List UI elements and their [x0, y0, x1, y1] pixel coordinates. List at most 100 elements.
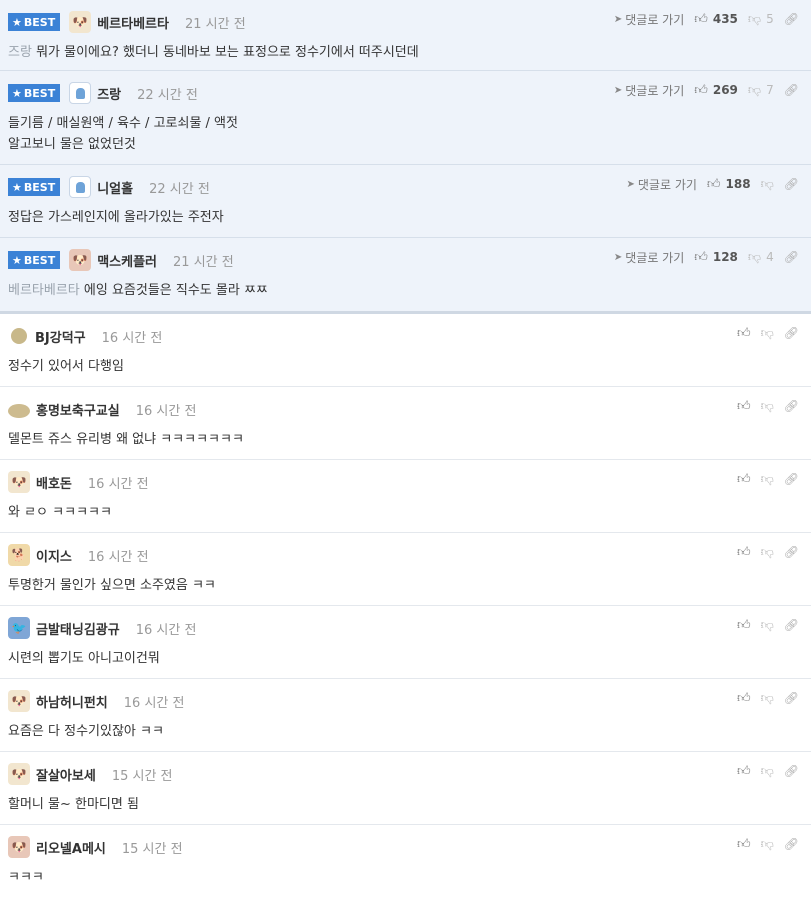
avatar[interactable]: 🐶 [8, 690, 30, 712]
avatar[interactable]: 🐕 [8, 544, 30, 566]
thumbs-down-icon[interactable]: 👎︎ [761, 764, 774, 779]
link-icon[interactable]: 🔗︎ [784, 691, 799, 705]
thumbs-up-icon: 👍︎ [706, 176, 721, 192]
send-arrow-icon: ➤ [613, 13, 623, 25]
link-icon[interactable]: 🔗︎ [784, 177, 799, 191]
comment: 🐶 잘살아보세 15 시간 전 👍︎ 👎︎ 🔗︎ 할머니 물~ 한마디면 됨 [0, 752, 811, 825]
author-name[interactable]: 리오넬A메시 [36, 838, 106, 857]
star-icon: ★ [12, 253, 22, 267]
upvote-button[interactable]: 👍︎ 128 [694, 250, 738, 265]
avatar[interactable]: 🐶 [8, 763, 30, 785]
avatar[interactable]: 🐶 [69, 11, 92, 33]
thumbs-up-icon[interactable]: 👍︎ [737, 326, 751, 341]
link-icon[interactable]: 🔗︎ [784, 250, 799, 264]
thumbs-down-icon[interactable]: 👎︎ [761, 691, 774, 706]
comment-header: 🐶 배호돈 16 시간 전 [8, 471, 149, 493]
downvote-button[interactable]: 👎︎ [761, 177, 774, 192]
comment-body: 들기름 / 매실원액 / 육수 / 고로쇠물 / 액젓 알고보니 물은 없었던것 [8, 113, 238, 155]
upvote-button[interactable]: 👍︎ 269 [694, 83, 738, 98]
link-icon[interactable]: 🔗︎ [784, 12, 799, 26]
thumbs-down-icon[interactable]: 👎︎ [761, 399, 774, 414]
comment-actions: ➤ 댓글로 가기 👍︎ 269 👎︎ 7 🔗︎ [614, 81, 799, 99]
link-icon[interactable]: 🔗︎ [784, 837, 799, 851]
go-to-reply-link[interactable]: ➤ 댓글로 가기 [614, 11, 684, 28]
comment-body: 투명한거 물인가 싶으면 소주였음 ㅋㅋ [8, 578, 216, 593]
link-icon[interactable]: 🔗︎ [784, 618, 799, 632]
author-name[interactable]: 잘살아보세 [36, 765, 96, 784]
comment-body: 베르타베르타 에잉 요즘것들은 직수도 몰라 ㅉㅉ [8, 283, 268, 298]
thumbs-down-icon[interactable]: 👎︎ [761, 472, 774, 487]
thumbs-up-icon[interactable]: 👍︎ [737, 545, 751, 560]
go-to-reply-link[interactable]: ➤ 댓글로 가기 [614, 249, 684, 266]
author-name[interactable]: 금발태닝김광규 [36, 619, 120, 638]
mention[interactable]: 베르타베르타 [8, 283, 80, 298]
thumbs-up-icon[interactable]: 👍︎ [737, 399, 751, 414]
downvote-button[interactable]: 👎︎ 5 [748, 12, 774, 27]
link-icon[interactable]: 🔗︎ [784, 326, 799, 340]
thumbs-up-icon[interactable]: 👍︎ [737, 691, 751, 706]
best-comment: ★ BEST 니얼홀 22 시간 전 ➤ 댓글로 가기 👍︎ 188 👎︎ 🔗︎ 정답… [0, 165, 811, 238]
comment-actions: 👍︎ 👎︎ 🔗︎ [737, 543, 799, 561]
send-arrow-icon: ➤ [626, 178, 635, 190]
avatar[interactable] [69, 176, 92, 198]
thumbs-up-icon[interactable]: 👍︎ [737, 837, 751, 852]
author-name[interactable]: 배호돈 [36, 473, 72, 492]
link-icon[interactable]: 🔗︎ [784, 83, 799, 97]
comment-actions: 👍︎ 👎︎ 🔗︎ [737, 835, 799, 853]
upvote-button[interactable]: 👍︎ 188 [707, 177, 751, 192]
comment-header: ★ BEST 니얼홀 22 시간 전 [8, 176, 210, 198]
comment-header: 🐶 하남허니펀치 16 시간 전 [8, 690, 185, 712]
timestamp: 16 시간 전 [135, 622, 197, 638]
thumbs-down-icon[interactable]: 👎︎ [761, 326, 774, 341]
thumbs-up-icon[interactable]: 👍︎ [737, 618, 751, 633]
go-to-reply-link[interactable]: ➤ 댓글로 가기 [614, 82, 684, 99]
star-icon: ★ [12, 180, 22, 194]
comment-actions: ➤ 댓글로 가기 👍︎ 188 👎︎ 🔗︎ [627, 175, 800, 193]
timestamp: 22 시간 전 [149, 181, 210, 197]
comment-body: 시련의 뽑기도 아니고이건뭐 [8, 651, 160, 666]
mention[interactable]: 즈랑 [8, 45, 32, 60]
downvote-button[interactable]: 👎︎ 4 [748, 250, 774, 265]
thumbs-down-icon[interactable]: 👎︎ [761, 545, 774, 560]
link-icon[interactable]: 🔗︎ [784, 764, 799, 778]
thumbs-down-icon: 👎︎ [747, 82, 762, 98]
author-name[interactable]: 이지스 [36, 546, 72, 565]
avatar[interactable]: 🐶 [8, 836, 30, 858]
comment-actions: ➤ 댓글로 가기 👍︎ 435 👎︎ 5 🔗︎ [614, 10, 799, 28]
best-badge: ★ BEST [8, 178, 61, 196]
author-name[interactable]: BJ강덕구 [35, 327, 86, 346]
author-name[interactable]: 홍명보축구교실 [36, 400, 120, 419]
avatar[interactable]: 🐶 [69, 249, 92, 271]
comment-header: ★ BEST 즈랑 22 시간 전 [8, 82, 198, 104]
link-icon[interactable]: 🔗︎ [784, 399, 799, 413]
downvote-button[interactable]: 👎︎ 7 [748, 83, 774, 98]
author-name[interactable]: 즈랑 [97, 84, 121, 103]
author-name[interactable]: 니얼홀 [97, 178, 133, 197]
upvote-button[interactable]: 👍︎ 435 [694, 12, 738, 27]
thumbs-down-icon[interactable]: 👎︎ [761, 837, 774, 852]
comment-actions: 👍︎ 👎︎ 🔗︎ [737, 470, 799, 488]
comment-body: 요즘은 다 정수기있잖아 ㅋㅋ [8, 724, 164, 739]
author-name[interactable]: 하남허니펀치 [36, 692, 108, 711]
link-icon[interactable]: 🔗︎ [784, 472, 799, 486]
link-icon[interactable]: 🔗︎ [784, 545, 799, 559]
author-name[interactable]: 맥스케플러 [97, 251, 157, 270]
thumbs-up-icon[interactable]: 👍︎ [737, 472, 751, 487]
avatar[interactable] [8, 404, 30, 418]
downvote-count: 7 [766, 83, 774, 97]
best-comment: ★ BEST 🐶 맥스케플러 21 시간 전 ➤ 댓글로 가기 👍︎ 128 👎︎ 4 … [0, 238, 811, 314]
go-to-reply-link[interactable]: ➤ 댓글로 가기 [627, 176, 697, 193]
avatar[interactable]: 🐦 [8, 617, 30, 639]
avatar[interactable] [69, 82, 92, 104]
thumbs-down-icon[interactable]: 👎︎ [761, 618, 774, 633]
timestamp: 16 시간 전 [123, 695, 185, 711]
comment-actions: 👍︎ 👎︎ 🔗︎ [737, 689, 799, 707]
thumbs-up-icon[interactable]: 👍︎ [737, 764, 751, 779]
timestamp: 16 시간 전 [101, 330, 163, 346]
author-name[interactable]: 베르타베르타 [97, 13, 169, 32]
avatar[interactable]: 🐶 [8, 471, 30, 493]
comment-header: 🐶 잘살아보세 15 시간 전 [8, 763, 173, 785]
avatar[interactable] [11, 328, 27, 344]
comment-header: ★ BEST 🐶 베르타베르타 21 시간 전 [8, 11, 246, 33]
upvote-count: 435 [712, 12, 738, 26]
